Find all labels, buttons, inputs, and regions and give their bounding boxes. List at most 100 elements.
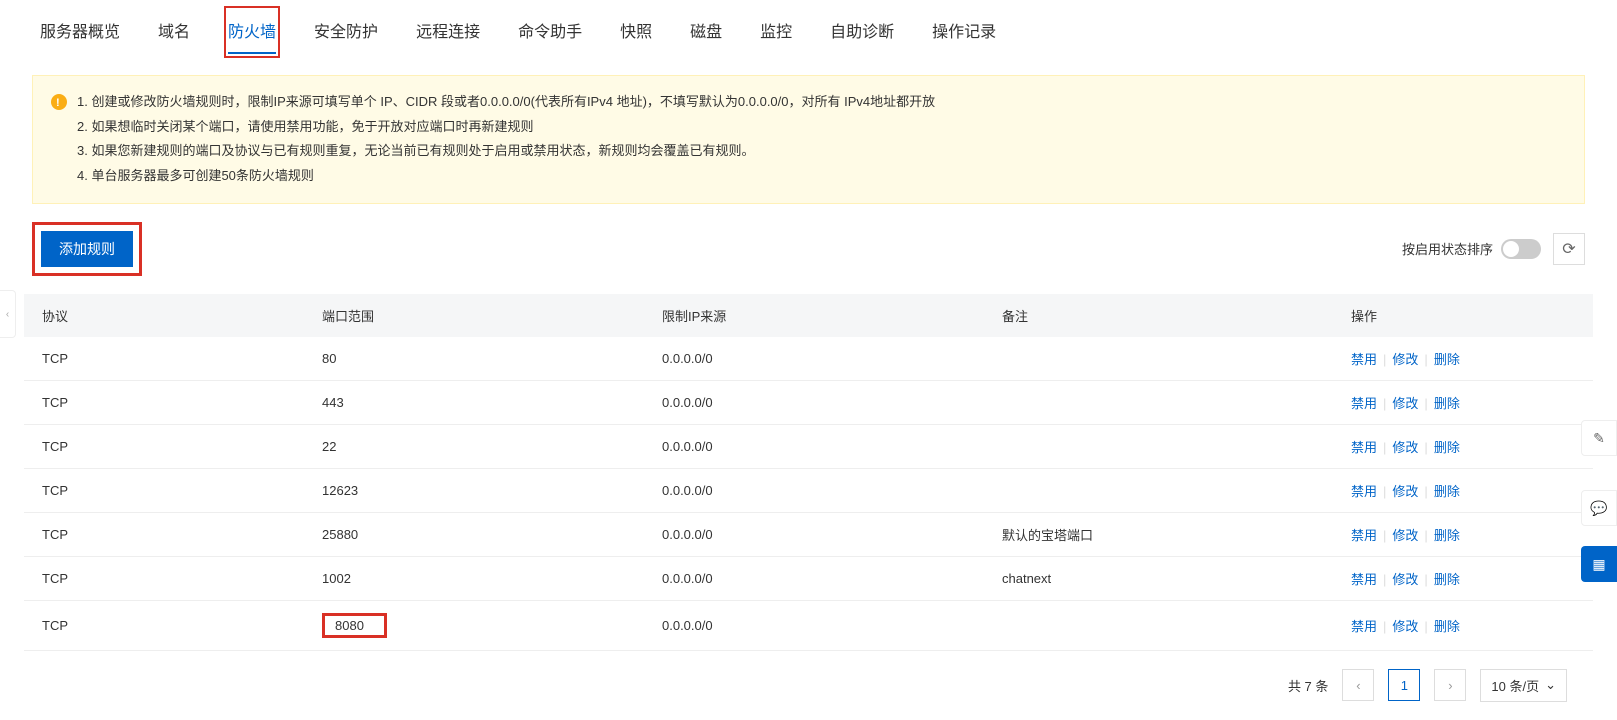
cell-port: 12623 bbox=[304, 468, 644, 512]
cell-protocol: TCP bbox=[24, 556, 304, 600]
pencil-icon: ✎ bbox=[1593, 430, 1605, 447]
cell-source: 0.0.0.0/0 bbox=[644, 512, 984, 556]
cell-remark: chatnext bbox=[984, 556, 1333, 600]
table-header-row: 协议 端口范围 限制IP来源 备注 操作 bbox=[24, 294, 1593, 337]
notice-banner: 1. 创建或修改防火墙规则时，限制IP来源可填写单个 IP、CIDR 段或者0.… bbox=[32, 75, 1585, 204]
disable-link[interactable]: 禁用 bbox=[1351, 528, 1377, 543]
delete-link[interactable]: 删除 bbox=[1434, 572, 1460, 587]
cell-ops: 禁用|修改|删除 bbox=[1333, 337, 1593, 381]
cell-source: 0.0.0.0/0 bbox=[644, 556, 984, 600]
chevron-left-icon: ‹ bbox=[1356, 678, 1360, 693]
cell-ops: 禁用 | 修改 | 删除 bbox=[1333, 380, 1593, 424]
add-rule-highlight: 添加规则 bbox=[32, 222, 142, 276]
edit-link[interactable]: 修改 bbox=[1392, 528, 1418, 543]
cell-remark bbox=[984, 468, 1333, 512]
cell-port: 25880 bbox=[304, 512, 644, 556]
edit-link[interactable]: 修改 bbox=[1392, 440, 1418, 455]
cell-protocol: TCP bbox=[24, 600, 304, 650]
separator: | bbox=[1383, 352, 1386, 367]
edit-link[interactable]: 修改 bbox=[1392, 484, 1418, 499]
prev-page-button[interactable]: ‹ bbox=[1342, 669, 1374, 701]
next-page-button[interactable]: › bbox=[1434, 669, 1466, 701]
page-size-select[interactable]: 10 条/页 ⌄ bbox=[1480, 669, 1567, 702]
tab-security[interactable]: 安全防护 bbox=[314, 10, 378, 54]
separator: | bbox=[1424, 396, 1427, 411]
cell-ops: 禁用|修改|删除 bbox=[1333, 512, 1593, 556]
tab-logs[interactable]: 操作记录 bbox=[932, 10, 996, 54]
table-row: TCP258800.0.0.0/0默认的宝塔端口禁用|修改|删除 bbox=[24, 512, 1593, 556]
edit-float-button[interactable]: ✎ bbox=[1581, 420, 1617, 456]
chevron-right-icon: › bbox=[1448, 678, 1452, 693]
tab-disk[interactable]: 磁盘 bbox=[690, 10, 722, 54]
table-row: TCP 8080 0.0.0.0/0 禁用 | 修改 | 删除 bbox=[24, 600, 1593, 650]
tab-remote[interactable]: 远程连接 bbox=[416, 10, 480, 54]
sort-toggle[interactable] bbox=[1501, 239, 1541, 259]
delete-link[interactable]: 删除 bbox=[1434, 352, 1460, 367]
grid-icon: ▦ bbox=[1592, 556, 1605, 573]
delete-link[interactable]: 删除 bbox=[1434, 484, 1460, 499]
cell-protocol: TCP bbox=[24, 468, 304, 512]
cell-source: 0.0.0.0/0 bbox=[644, 600, 984, 650]
tab-monitor[interactable]: 监控 bbox=[760, 10, 792, 54]
th-source: 限制IP来源 bbox=[644, 294, 984, 337]
separator: | bbox=[1424, 572, 1427, 587]
cell-port: 1002 bbox=[304, 556, 644, 600]
th-remark: 备注 bbox=[984, 294, 1333, 337]
delete-link[interactable]: 删除 bbox=[1434, 619, 1460, 634]
table-row: TCP220.0.0.0/0禁用|修改|删除 bbox=[24, 424, 1593, 468]
apps-float-button[interactable]: ▦ bbox=[1581, 546, 1617, 582]
tab-diagnose[interactable]: 自助诊断 bbox=[830, 10, 894, 54]
table-row: TCP4430.0.0.0/0禁用|修改|删除 bbox=[24, 380, 1593, 424]
edit-link[interactable]: 修改 bbox=[1392, 352, 1418, 367]
table-row: TCP800.0.0.0/0禁用|修改|删除 bbox=[24, 337, 1593, 381]
notice-line: 3. 如果您新建规则的端口及协议与已有规则重复，无论当前已有规则处于启用或禁用状… bbox=[77, 139, 935, 164]
cell-source: 0.0.0.0/0 bbox=[644, 337, 984, 381]
delete-link[interactable]: 删除 bbox=[1434, 440, 1460, 455]
delete-link[interactable]: 删除 bbox=[1434, 528, 1460, 543]
cell-ops: 禁用|修改|删除 bbox=[1333, 468, 1593, 512]
chat-float-button[interactable]: 💬 bbox=[1581, 490, 1617, 526]
port-highlight: 8080 bbox=[322, 613, 387, 638]
delete-link[interactable]: 删除 bbox=[1434, 396, 1460, 411]
tab-server-overview[interactable]: 服务器概览 bbox=[40, 10, 120, 54]
page-1-button[interactable]: 1 bbox=[1388, 669, 1420, 701]
table-row: TCP126230.0.0.0/0禁用|修改|删除 bbox=[24, 468, 1593, 512]
refresh-icon: ⟳ bbox=[1562, 239, 1575, 259]
cell-port: 8080 bbox=[304, 600, 644, 650]
tab-firewall[interactable]: 防火墙 bbox=[228, 10, 276, 54]
disable-link[interactable]: 禁用 bbox=[1351, 572, 1377, 587]
edit-link[interactable]: 修改 bbox=[1392, 572, 1418, 587]
left-collapse-handle[interactable]: ‹ bbox=[0, 290, 16, 338]
separator: | bbox=[1383, 396, 1386, 411]
total-count: 共 7 条 bbox=[1288, 676, 1328, 695]
separator: | bbox=[1424, 619, 1427, 634]
separator: | bbox=[1383, 619, 1386, 634]
separator: | bbox=[1383, 484, 1386, 499]
add-rule-button[interactable]: 添加规则 bbox=[41, 231, 133, 267]
chat-icon: 💬 bbox=[1590, 500, 1607, 517]
cell-port: 22 bbox=[304, 424, 644, 468]
rules-table: 协议 端口范围 限制IP来源 备注 操作 TCP800.0.0.0/0禁用|修改… bbox=[24, 294, 1593, 651]
disable-link[interactable]: 禁用 bbox=[1351, 352, 1377, 367]
separator: | bbox=[1383, 572, 1386, 587]
tab-snapshot[interactable]: 快照 bbox=[620, 10, 652, 54]
table-row: TCP10020.0.0.0/0chatnext 禁用 | 修改 | 删除 bbox=[24, 556, 1593, 600]
cell-remark bbox=[984, 424, 1333, 468]
pagination: 共 7 条 ‹ 1 › 10 条/页 ⌄ bbox=[0, 651, 1617, 720]
cell-protocol: TCP bbox=[24, 512, 304, 556]
tab-command[interactable]: 命令助手 bbox=[518, 10, 582, 54]
edit-link[interactable]: 修改 bbox=[1392, 396, 1418, 411]
refresh-button[interactable]: ⟳ bbox=[1553, 233, 1585, 265]
edit-link[interactable]: 修改 bbox=[1392, 619, 1418, 634]
th-port: 端口范围 bbox=[304, 294, 644, 337]
cell-ops: 禁用|修改|删除 bbox=[1333, 424, 1593, 468]
disable-link[interactable]: 禁用 bbox=[1351, 484, 1377, 499]
tab-domain[interactable]: 域名 bbox=[158, 10, 190, 54]
cell-protocol: TCP bbox=[24, 424, 304, 468]
disable-link[interactable]: 禁用 bbox=[1351, 440, 1377, 455]
warning-icon bbox=[51, 94, 67, 110]
cell-port: 443 bbox=[304, 380, 644, 424]
disable-link[interactable]: 禁用 bbox=[1351, 396, 1377, 411]
cell-protocol: TCP bbox=[24, 337, 304, 381]
disable-link[interactable]: 禁用 bbox=[1351, 619, 1377, 634]
